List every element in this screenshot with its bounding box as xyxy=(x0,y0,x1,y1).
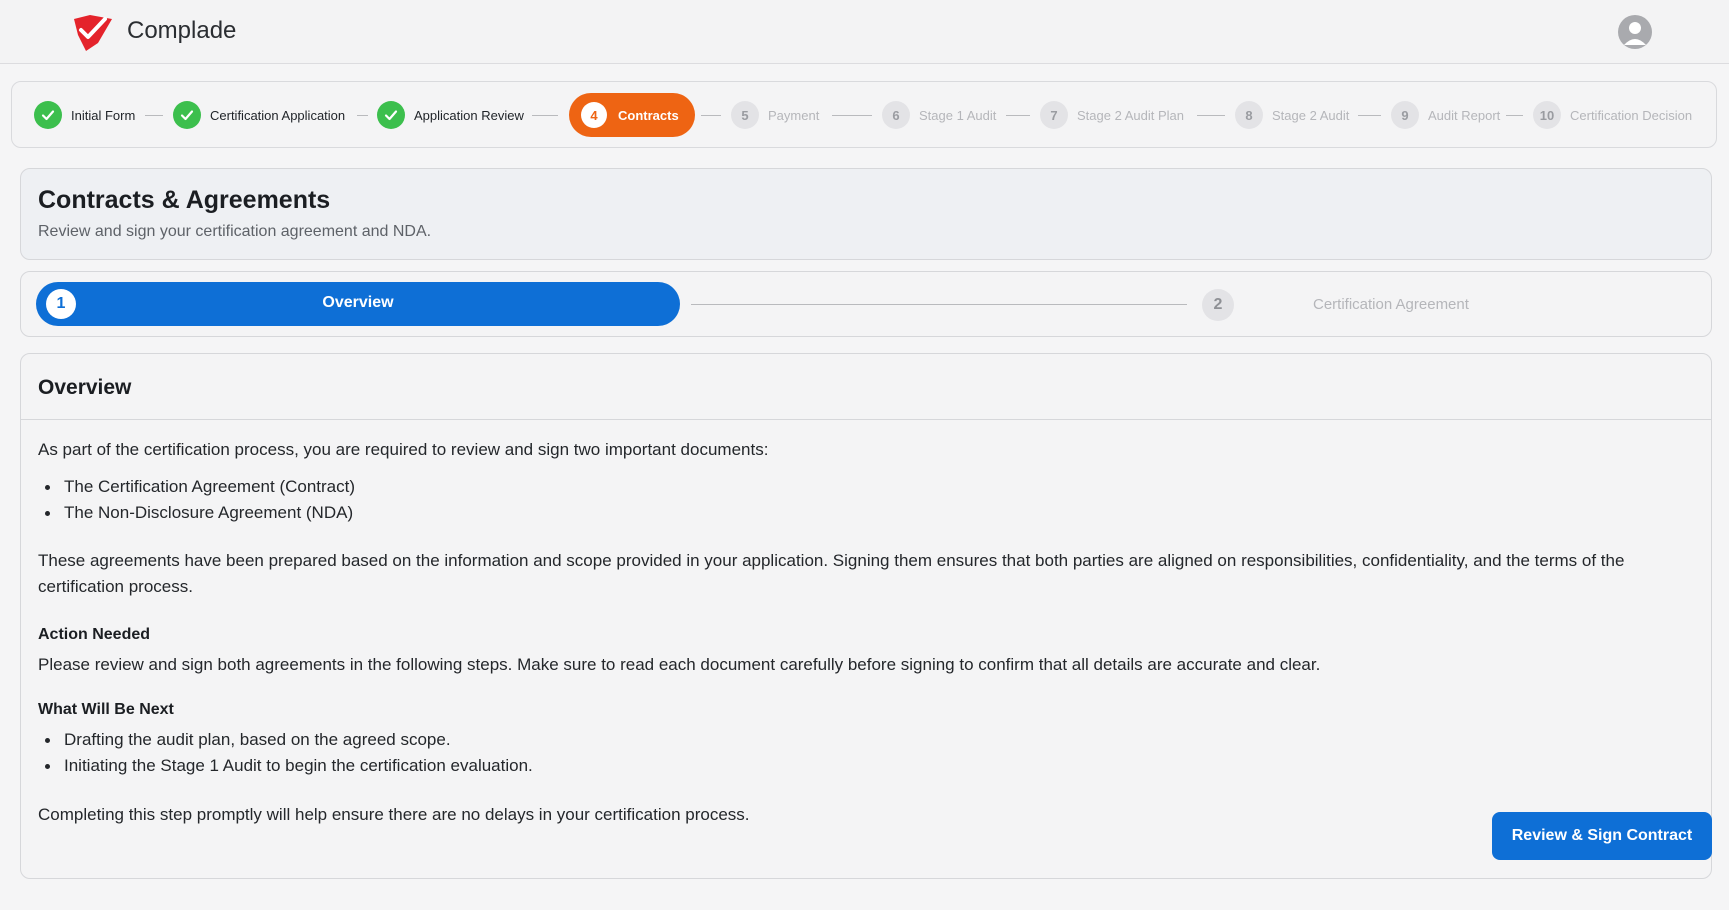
progress-step-contracts[interactable]: 4 Contracts xyxy=(569,93,695,137)
certification-progress-stepper: Initial Form Certification Application A… xyxy=(11,81,1717,148)
substep-label: Overview xyxy=(322,294,394,311)
step-connector xyxy=(145,115,163,116)
closing-text: Completing this step promptly will help … xyxy=(38,805,750,824)
what-next-heading: What Will Be Next xyxy=(38,701,174,718)
contract-substep-stepper: 1 Overview 2 Certification Agreement xyxy=(20,271,1712,337)
list-item: Initiating the Stage 1 Audit to begin th… xyxy=(38,753,533,779)
step-number: 10 xyxy=(1533,101,1561,129)
step-connector xyxy=(832,115,872,116)
step-number: 6 xyxy=(882,101,910,129)
check-shield-logo[interactable] xyxy=(72,13,114,51)
step-label: Payment xyxy=(768,107,820,123)
step-label: Stage 1 Audit xyxy=(919,107,997,123)
progress-step-payment[interactable]: 5 Payment xyxy=(731,99,819,131)
page-title-card: Contracts & Agreements Review and sign y… xyxy=(20,168,1712,260)
substep-number[interactable]: 2 xyxy=(1202,289,1234,321)
step-label: Stage 2 Audit xyxy=(1272,107,1350,123)
overview-intro: As part of the certification process, yo… xyxy=(38,440,769,459)
list-item: Drafting the audit plan, based on the ag… xyxy=(38,727,533,753)
page-subtitle: Review and sign your certification agree… xyxy=(38,223,432,240)
progress-step-stage-2-audit[interactable]: 8 Stage 2 Audit xyxy=(1235,99,1349,131)
step-connector xyxy=(532,115,558,116)
step-number: 4 xyxy=(581,102,607,128)
progress-step-stage-2-audit-plan[interactable]: 7 Stage 2 Audit Plan xyxy=(1040,99,1184,131)
progress-step-certification-decision[interactable]: 10 Certification Decision xyxy=(1533,99,1692,131)
progress-step-certification-application[interactable]: Certification Application xyxy=(173,99,345,131)
agreements-paragraph-line-2: certification process. xyxy=(38,577,193,596)
progress-step-stage-1-audit[interactable]: 6 Stage 1 Audit xyxy=(882,99,996,131)
step-connector xyxy=(701,115,721,116)
step-label: Audit Report xyxy=(1428,107,1501,123)
action-needed-text: Please review and sign both agreements i… xyxy=(38,655,1321,674)
step-connector xyxy=(1006,115,1030,116)
user-avatar-icon[interactable] xyxy=(1618,15,1652,49)
progress-step-application-review[interactable]: Application Review xyxy=(377,99,524,131)
step-connector xyxy=(1358,115,1381,116)
substep-overview[interactable]: 1 Overview xyxy=(36,282,680,326)
check-icon xyxy=(377,101,405,129)
progress-step-audit-report[interactable]: 9 Audit Report xyxy=(1391,99,1500,131)
check-icon xyxy=(173,101,201,129)
list-item: The Certification Agreement (Contract) xyxy=(38,474,355,500)
overview-heading: Overview xyxy=(38,376,132,399)
action-needed-heading: Action Needed xyxy=(38,626,151,643)
step-number: 9 xyxy=(1391,101,1419,129)
documents-list: The Certification Agreement (Contract) T… xyxy=(38,474,355,526)
overview-card: Overview As part of the certification pr… xyxy=(20,353,1712,879)
next-steps-list: Drafting the audit plan, based on the ag… xyxy=(38,727,533,779)
check-icon xyxy=(34,101,62,129)
list-item: The Non-Disclosure Agreement (NDA) xyxy=(38,500,355,526)
step-label: Initial Form xyxy=(71,107,136,123)
step-label: Certification Decision xyxy=(1570,107,1693,123)
step-number: 8 xyxy=(1235,101,1263,129)
step-label: Stage 2 Audit Plan xyxy=(1077,107,1184,123)
step-connector xyxy=(1506,115,1523,116)
review-sign-contract-button[interactable]: Review & Sign Contract xyxy=(1492,812,1712,860)
substep-connector xyxy=(691,304,1187,305)
step-connector xyxy=(357,115,368,116)
step-number: 7 xyxy=(1040,101,1068,129)
step-number: 5 xyxy=(731,101,759,129)
step-label: Certification Application xyxy=(210,107,346,123)
progress-step-initial-form[interactable]: Initial Form xyxy=(34,99,135,131)
step-label: Application Review xyxy=(414,107,524,123)
overview-card-header: Overview xyxy=(21,354,1711,420)
step-label: Contracts xyxy=(618,107,679,123)
brand-name[interactable]: Complade xyxy=(127,17,236,45)
top-header: Complade xyxy=(0,0,1729,64)
substep-certification-agreement[interactable]: Certification Agreement xyxy=(1313,296,1469,313)
step-connector xyxy=(1197,115,1225,116)
page-title: Contracts & Agreements xyxy=(38,186,331,214)
agreements-paragraph-line-1: These agreements have been prepared base… xyxy=(38,551,1625,570)
